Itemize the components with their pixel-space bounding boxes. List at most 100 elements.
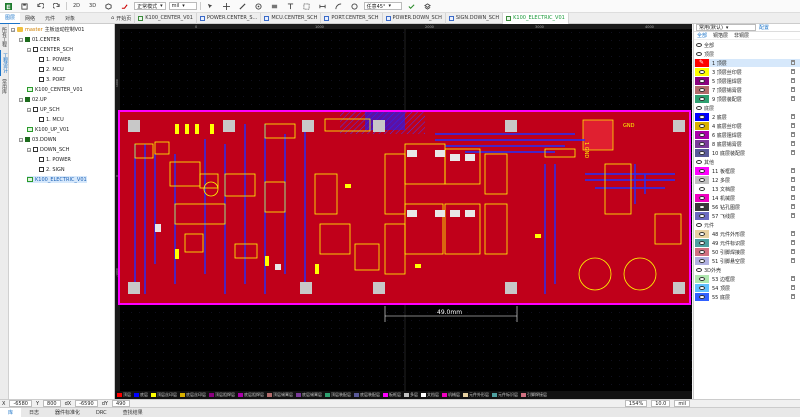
layer-color-swatch[interactable] xyxy=(695,194,709,202)
layer-row[interactable]: 14 机械层 xyxy=(694,194,800,202)
drc-icon[interactable] xyxy=(405,2,418,11)
layer-color-swatch[interactable] xyxy=(695,131,709,139)
pad-icon[interactable] xyxy=(268,2,281,11)
bottom-tab[interactable]: DRC xyxy=(88,408,115,417)
tree-item[interactable]: − 02.UP xyxy=(19,96,47,103)
tree-item[interactable]: 1. MCU xyxy=(39,116,64,123)
document-tab[interactable]: K100_ELECTRIC_V01 xyxy=(503,12,569,24)
eye-icon[interactable] xyxy=(699,277,705,281)
layer-row[interactable]: 56 钻孔图层 xyxy=(694,203,800,211)
eye-icon[interactable] xyxy=(696,106,702,110)
document-tab[interactable]: POWER.DOWN_SCH xyxy=(383,12,446,24)
lock-icon[interactable] xyxy=(791,177,795,182)
eye-icon[interactable] xyxy=(699,115,705,119)
layer-color-swatch[interactable] xyxy=(695,77,709,85)
tree-item[interactable]: 1. POWER xyxy=(39,56,71,63)
layer-group[interactable]: 其他 xyxy=(694,158,800,166)
layer-row[interactable]: 9 顶层装配层 xyxy=(694,95,800,103)
logo-icon[interactable] xyxy=(2,2,15,11)
layer-bar-item[interactable]: 底层丝印层 xyxy=(180,392,206,398)
layer-bar-item[interactable]: 顶层 xyxy=(117,392,131,398)
layer-row[interactable]: 6 底层阻焊层 xyxy=(694,131,800,139)
route-icon[interactable] xyxy=(118,2,131,11)
left-tab[interactable]: 网络 xyxy=(20,13,40,24)
layer-color-swatch[interactable] xyxy=(695,167,709,175)
measure-icon[interactable] xyxy=(316,2,329,11)
layer-bar-item[interactable]: 元件标识层 xyxy=(492,392,518,398)
lock-icon[interactable] xyxy=(791,114,795,119)
tree-item[interactable]: − master 主板运动控制V01 xyxy=(11,26,84,33)
document-tab[interactable]: MCU.CENTER_SCH xyxy=(261,12,322,24)
mode-select[interactable]: 正常模式 ▾ xyxy=(134,2,166,10)
tree-item[interactable]: − UP_SCH xyxy=(27,106,60,113)
pcb-canvas[interactable]: 0 1000 2000 3000 4000 1000 0 -1000 GND 1… xyxy=(115,24,692,391)
left-tab[interactable]: 图层 xyxy=(0,12,21,24)
layer-bar-item[interactable]: 多层 xyxy=(404,392,418,398)
layer-row[interactable]: 2 底层 xyxy=(694,113,800,121)
layer-color-swatch[interactable] xyxy=(695,95,709,103)
layer-bar-item[interactable]: 元件外形层 xyxy=(463,392,489,398)
eye-icon[interactable] xyxy=(699,286,705,290)
eye-icon[interactable] xyxy=(699,196,705,200)
layer-bar-item[interactable]: 顶层丝印层 xyxy=(151,392,177,398)
eye-icon[interactable] xyxy=(699,169,705,173)
layer-filter-tab[interactable]: 铜箔层 xyxy=(713,32,728,39)
view-2d-button[interactable]: 2D xyxy=(70,2,83,11)
side-tab[interactable]: 所有工程 xyxy=(0,24,9,50)
layer-row[interactable]: 57 飞线层 xyxy=(694,212,800,220)
grid-size[interactable]: 10.0 xyxy=(651,400,671,407)
document-tab[interactable]: POWER.CENTER_S... xyxy=(197,12,262,24)
eye-icon[interactable] xyxy=(699,151,705,155)
layer-bar-item[interactable]: 顶层阻焊层 xyxy=(209,392,235,398)
layer-group[interactable]: 元件 xyxy=(694,221,800,229)
eye-icon[interactable] xyxy=(699,124,705,128)
layer-config-button[interactable]: 配置 xyxy=(759,24,769,31)
layer-bar-item[interactable]: 底层装配层 xyxy=(354,392,380,398)
expand-toggle-icon[interactable]: − xyxy=(19,37,23,42)
layer-row[interactable]: 4 底层丝印层 xyxy=(694,122,800,130)
expand-toggle-icon[interactable]: − xyxy=(19,137,23,142)
layer-row[interactable]: 48 元件外形层 xyxy=(694,230,800,238)
eye-icon[interactable] xyxy=(699,187,705,191)
layer-filter-tab[interactable]: 全部 xyxy=(697,32,707,39)
document-tab[interactable]: PORT.CENTER_SCH xyxy=(321,12,383,24)
view-3d-button[interactable]: 3D xyxy=(86,2,99,11)
lock-icon[interactable] xyxy=(791,240,795,245)
lock-icon[interactable] xyxy=(791,285,795,290)
layer-row[interactable]: 12 多层 xyxy=(694,176,800,184)
layer-row[interactable]: 54 顶层 xyxy=(694,284,800,292)
layer-group[interactable]: 底层 xyxy=(694,104,800,112)
layer-color-swatch[interactable] xyxy=(695,257,709,265)
layer-row[interactable]: 3 顶层丝印层 xyxy=(694,68,800,76)
side-tab[interactable]: 常用库 xyxy=(0,76,9,97)
layer-row[interactable]: 8 底层锡膏层 xyxy=(694,140,800,148)
move-icon[interactable] xyxy=(220,2,233,11)
track-icon[interactable] xyxy=(236,2,249,11)
lock-icon[interactable] xyxy=(791,186,795,191)
lock-icon[interactable] xyxy=(791,69,795,74)
pour-icon[interactable] xyxy=(300,2,313,11)
layer-row[interactable]: 55 底层 xyxy=(694,293,800,301)
layer-filter-tab[interactable]: 非铜层 xyxy=(734,32,749,39)
document-tab[interactable]: ⌂ 开始页 xyxy=(108,12,136,24)
layer-bar-item[interactable]: 底层锡膏层 xyxy=(296,392,322,398)
eye-icon[interactable] xyxy=(699,142,705,146)
redo-icon[interactable] xyxy=(50,2,63,11)
unit-select[interactable]: mil ▾ xyxy=(168,2,197,10)
layer-group[interactable]: 顶层 xyxy=(694,50,800,58)
save-icon[interactable] xyxy=(18,2,31,11)
lock-icon[interactable] xyxy=(791,132,795,137)
layer-color-swatch[interactable] xyxy=(695,212,709,220)
layer-row[interactable]: 51 引脚悬空层 xyxy=(694,257,800,265)
eye-icon[interactable] xyxy=(699,88,705,92)
eye-icon[interactable] xyxy=(696,268,702,272)
eye-icon[interactable] xyxy=(699,133,705,137)
layer-row[interactable]: ✎ 1 顶层 xyxy=(694,59,800,67)
via-icon[interactable] xyxy=(252,2,265,11)
angle-select[interactable]: 任意45° ▾ xyxy=(363,2,402,10)
eye-icon[interactable] xyxy=(699,241,705,245)
tree-item[interactable]: − 01.CENTER xyxy=(19,36,60,43)
layer-color-swatch[interactable] xyxy=(695,203,709,211)
lock-icon[interactable] xyxy=(791,195,795,200)
eye-icon[interactable] xyxy=(699,259,705,263)
